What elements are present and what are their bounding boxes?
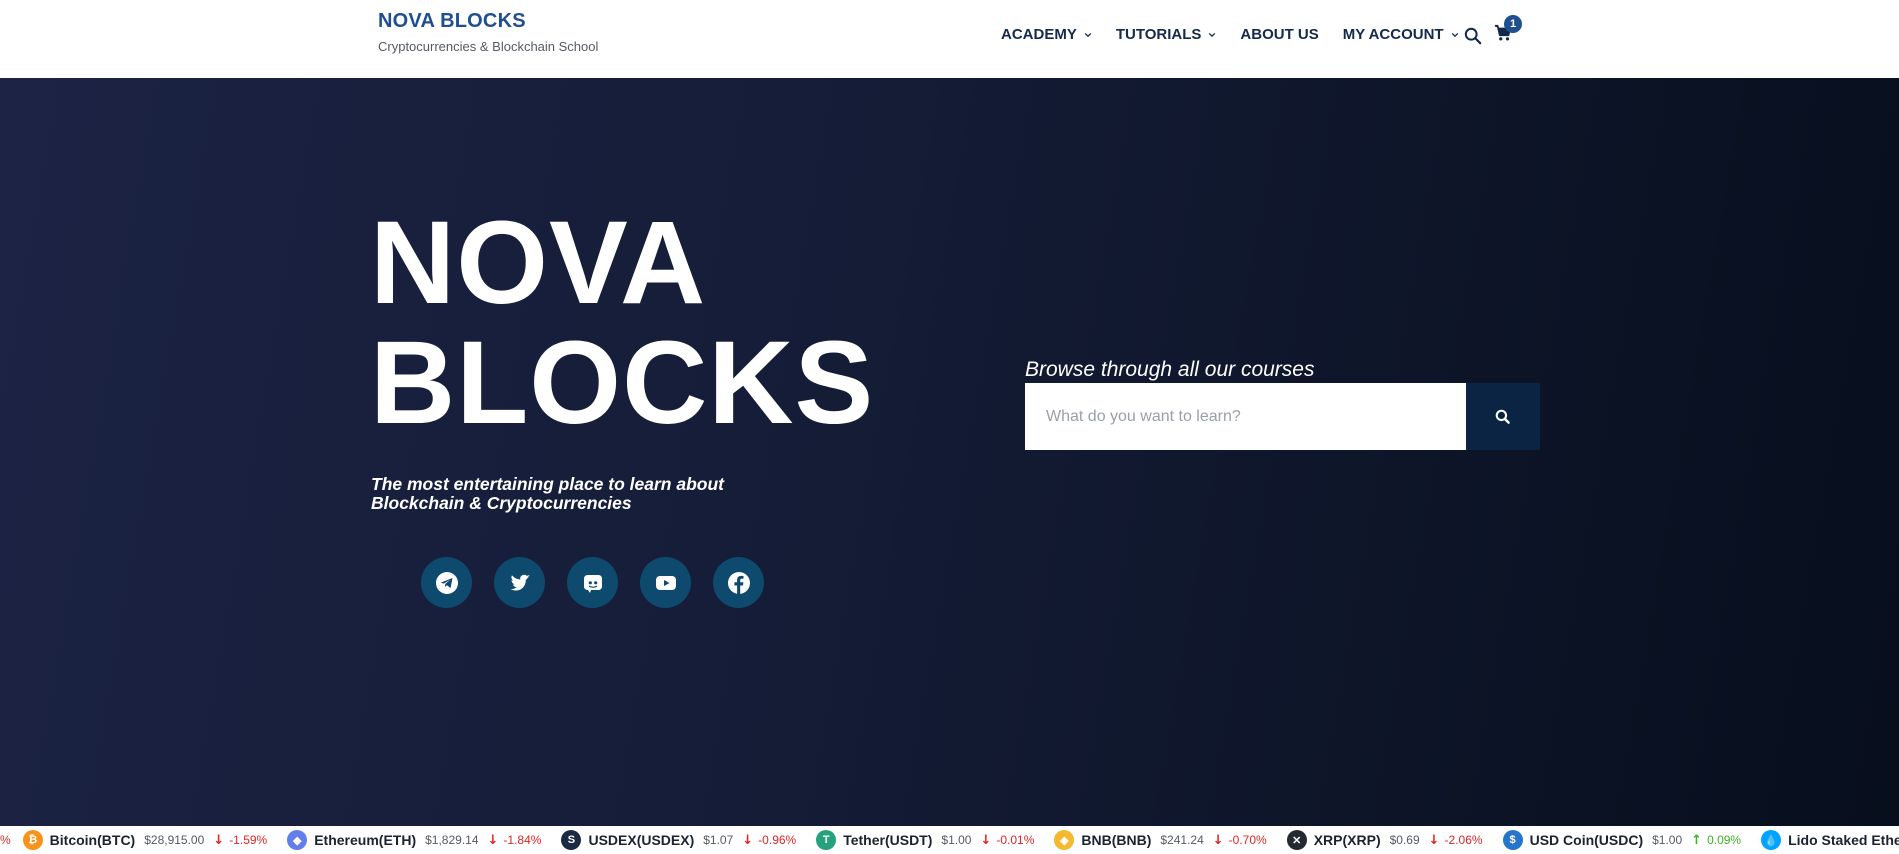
crypto-price-ticker: % ₿ Bitcoin(BTC) $28,915.00 ↓ -1.59% ◆ Ethereu… [0, 826, 1899, 854]
search-icon [1495, 409, 1510, 424]
coin-price: $1.07 [703, 833, 734, 847]
coin-change: ↓ -0.96% [742, 833, 796, 848]
coin-change: ↓ -2.06% [1429, 833, 1483, 848]
twitter-button[interactable] [494, 557, 545, 608]
ticker-track: % ₿ Bitcoin(BTC) $28,915.00 ↓ -1.59% ◆ Ethereu… [0, 826, 1899, 854]
ticker-item[interactable]: ◆ Ethereum(ETH) $1,829.14 ↓ -1.84% [287, 830, 541, 850]
coin-change-value: 0.09% [1707, 833, 1742, 847]
arrow-down-icon: ↓ [742, 832, 754, 848]
ticker-item[interactable]: $ USD Coin(USDC) $1.00 ↑ 0.09% [1502, 830, 1741, 850]
nav-item-about-us[interactable]: ABOUT US [1240, 26, 1318, 43]
coin-change: ↓ -1.59% [213, 833, 267, 848]
coin-price: $28,915.00 [144, 833, 205, 847]
coin-change: ↓ -0.70% [1213, 833, 1267, 848]
chevron-down-icon [1209, 32, 1216, 37]
nav-item-label: ABOUT US [1240, 26, 1319, 43]
coin-name: Lido Staked Ether(STETH) [1788, 832, 1899, 848]
coin-logo-icon: $ [1502, 830, 1523, 850]
arrow-down-icon: ↓ [1428, 832, 1440, 848]
coin-change: ↓ -0.01% [980, 833, 1034, 848]
facebook-icon [727, 571, 750, 594]
arrow-down-icon: ↓ [1212, 832, 1224, 848]
twitter-icon [510, 574, 530, 591]
coin-change: ↓ -1.84% [488, 833, 542, 848]
chevron-down-icon [1451, 32, 1458, 37]
site-header: NOVA BLOCKS Cryptocurrencies & Blockchai… [0, 0, 1899, 78]
coin-change-value: -2.06% [1444, 833, 1483, 847]
brand-title[interactable]: NOVA BLOCKS [378, 10, 598, 33]
coin-logo-icon: ✕ [1286, 830, 1307, 850]
coin-price: $1,829.14 [425, 833, 479, 847]
hero-title: NOVA BLOCKS [370, 197, 875, 449]
coin-change-value: -0.96% [758, 833, 797, 847]
facebook-button[interactable] [713, 557, 764, 608]
coin-change-value: -0.01% [996, 833, 1035, 847]
coin-change-value: -0.70% [1228, 833, 1267, 847]
course-search-label: Browse through all our courses [1025, 358, 1315, 381]
ticker-leading-fragment: % [0, 833, 11, 847]
ticker-item[interactable]: S USDEX(USDEX) $1.07 ↓ -0.96% [561, 830, 796, 850]
ticker-item[interactable]: T Tether(USDT) $1.00 ↓ -0.01% [816, 830, 1034, 850]
coin-logo-icon: ◆ [287, 830, 308, 850]
hero-section: NOVA BLOCKS The most entertaining place … [0, 78, 1899, 826]
ticker-item[interactable]: ₿ Bitcoin(BTC) $28,915.00 ↓ -1.59% [22, 830, 267, 850]
arrow-down-icon: ↓ [213, 832, 225, 848]
hero-subtitle: The most entertaining place to learn abo… [371, 474, 724, 513]
youtube-button[interactable] [640, 557, 691, 608]
coin-change-value: -1.84% [503, 833, 542, 847]
header-icons: 1 [1464, 15, 1524, 47]
main-nav: ACADEMY TUTORIALS ABOUT US MY ACCOUNT [1001, 26, 1483, 43]
coin-name: Tether(USDT) [843, 832, 933, 848]
brand-tagline: Cryptocurrencies & Blockchain School [378, 39, 599, 54]
coin-logo-icon: S [561, 830, 582, 850]
nav-item-my-account[interactable]: MY ACCOUNT [1343, 26, 1459, 43]
search-icon[interactable] [1464, 27, 1482, 45]
coin-name: XRP(XRP) [1313, 832, 1381, 848]
arrow-down-icon: ↓ [487, 832, 499, 848]
coin-logo-icon: T [816, 830, 837, 850]
coin-price: $0.69 [1389, 833, 1420, 847]
coin-name: Ethereum(ETH) [314, 832, 417, 848]
coin-name: Bitcoin(BTC) [49, 832, 136, 848]
course-search-input[interactable] [1025, 383, 1466, 450]
social-links [421, 557, 786, 608]
discord-icon [583, 574, 602, 593]
chevron-down-icon [1084, 32, 1092, 37]
arrow-down-icon: ↓ [980, 832, 992, 848]
coin-logo-icon: 💧 [1761, 830, 1782, 850]
nav-item-label: MY ACCOUNT [1342, 26, 1444, 43]
hero-title-line-1: NOVA [370, 197, 707, 329]
coin-name: USDEX(USDEX) [588, 832, 695, 848]
telegram-icon [435, 571, 458, 594]
nav-item-academy[interactable]: ACADEMY [1001, 26, 1092, 43]
discord-button[interactable] [567, 557, 618, 608]
coin-change-value: -1.59% [229, 833, 268, 847]
coin-name: USD Coin(USDC) [1529, 832, 1644, 848]
brand[interactable]: NOVA BLOCKS Cryptocurrencies & Blockchai… [378, 10, 598, 54]
nav-item-label: ACADEMY [1001, 26, 1077, 43]
cart-count-badge: 1 [1504, 15, 1522, 33]
nav-item-label: TUTORIALS [1115, 26, 1202, 43]
telegram-button[interactable] [421, 557, 472, 608]
hero-title-line-2: BLOCKS [370, 317, 875, 449]
course-search-button[interactable] [1466, 383, 1540, 450]
arrow-up-icon: ↑ [1691, 832, 1703, 848]
coin-price: $1.00 [1652, 833, 1683, 847]
ticker-item[interactable]: ✕ XRP(XRP) $0.69 ↓ -2.06% [1286, 830, 1483, 850]
ticker-item[interactable]: ◈ BNB(BNB) $241.24 ↓ -0.70% [1054, 830, 1267, 850]
youtube-icon [655, 575, 676, 590]
coin-logo-icon: ◈ [1054, 830, 1075, 850]
nav-item-tutorials[interactable]: TUTORIALS [1116, 26, 1217, 43]
cart-button[interactable]: 1 [1494, 15, 1524, 47]
coin-price: $1.00 [941, 833, 972, 847]
coin-change: ↑ 0.09% [1691, 833, 1741, 848]
coin-logo-icon: ₿ [22, 830, 43, 850]
coin-name: BNB(BNB) [1081, 832, 1152, 848]
ticker-item[interactable]: 💧Lido Staked Ether(STETH)$1,82 [1761, 830, 1899, 850]
coin-price: $241.24 [1160, 833, 1204, 847]
